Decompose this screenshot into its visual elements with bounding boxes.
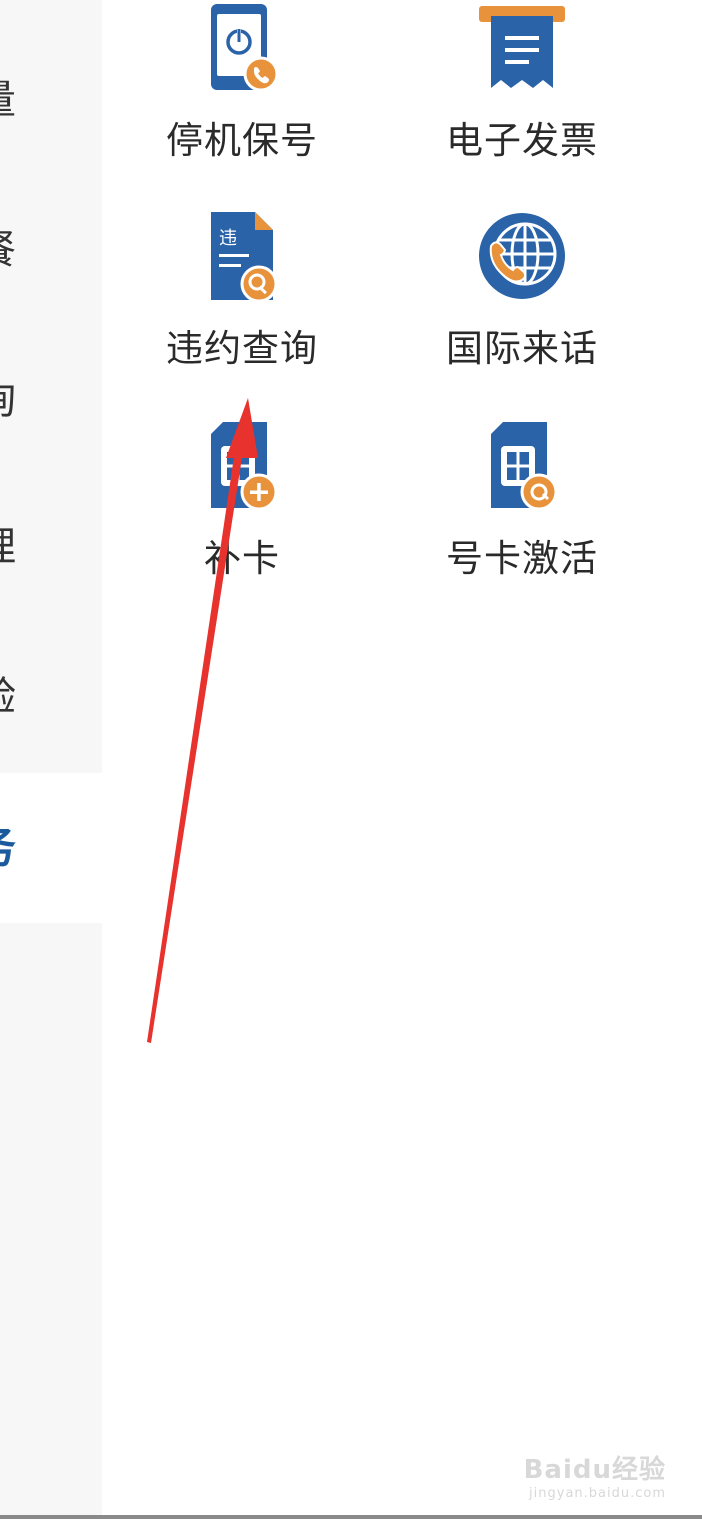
- service-tile-activate-card[interactable]: 号卡激活: [382, 420, 662, 620]
- sidebar-item-label: 流量: [0, 80, 16, 120]
- service-label: 违约查询: [166, 327, 318, 370]
- sidebar-item-label: 服务: [0, 826, 16, 870]
- service-tile-suspend[interactable]: 停机保号: [102, 0, 382, 200]
- watermark-sub: jingyan.baidu.com: [529, 1486, 666, 1501]
- sidebar-item-traffic[interactable]: 流量: [0, 25, 102, 175]
- page: 流量 套餐 查询 办理 体验 服务: [0, 0, 702, 1519]
- sidebar-item-service[interactable]: 服务: [0, 773, 102, 923]
- service-label: 国际来话: [446, 327, 598, 370]
- phone-power-icon: [211, 4, 279, 92]
- service-tile-invoice[interactable]: 电子发票: [382, 0, 662, 200]
- sim-activate-icon: [491, 422, 558, 511]
- sidebar-item-package[interactable]: 套餐: [0, 175, 102, 325]
- globe-phone-icon: [479, 213, 565, 299]
- sidebar-item-label: 查询: [0, 380, 16, 420]
- watermark: Baidu经验 jingyan.baidu.com: [524, 1449, 666, 1501]
- service-tile-international-call[interactable]: 国际来话: [382, 210, 662, 410]
- service-tile-replace-card[interactable]: 补卡: [102, 420, 382, 620]
- service-label: 补卡: [204, 537, 280, 580]
- sidebar-item-label: 办理: [0, 527, 16, 567]
- sidebar-item-label: 套餐: [0, 230, 16, 270]
- service-label: 停机保号: [166, 119, 318, 162]
- service-label: 号卡激活: [446, 537, 598, 580]
- sidebar-item-experience[interactable]: 体验: [0, 622, 102, 772]
- sim-add-icon: [211, 422, 278, 511]
- sidebar-item-label: 体验: [0, 677, 16, 717]
- sidebar-item-query[interactable]: 查询: [0, 325, 102, 475]
- invoice-receipt-icon: [479, 6, 565, 88]
- service-label: 电子发票: [446, 119, 598, 162]
- svg-text:违: 违: [219, 228, 237, 249]
- service-tile-breach-query[interactable]: 违 违约查询: [102, 210, 382, 410]
- sidebar-item-handle[interactable]: 办理: [0, 472, 102, 622]
- bottom-divider: [0, 1515, 702, 1519]
- document-search-icon: 违: [211, 212, 278, 303]
- category-sidebar: 流量 套餐 查询 办理 体验 服务: [0, 0, 102, 1519]
- watermark-main: Baidu经验: [523, 1455, 666, 1485]
